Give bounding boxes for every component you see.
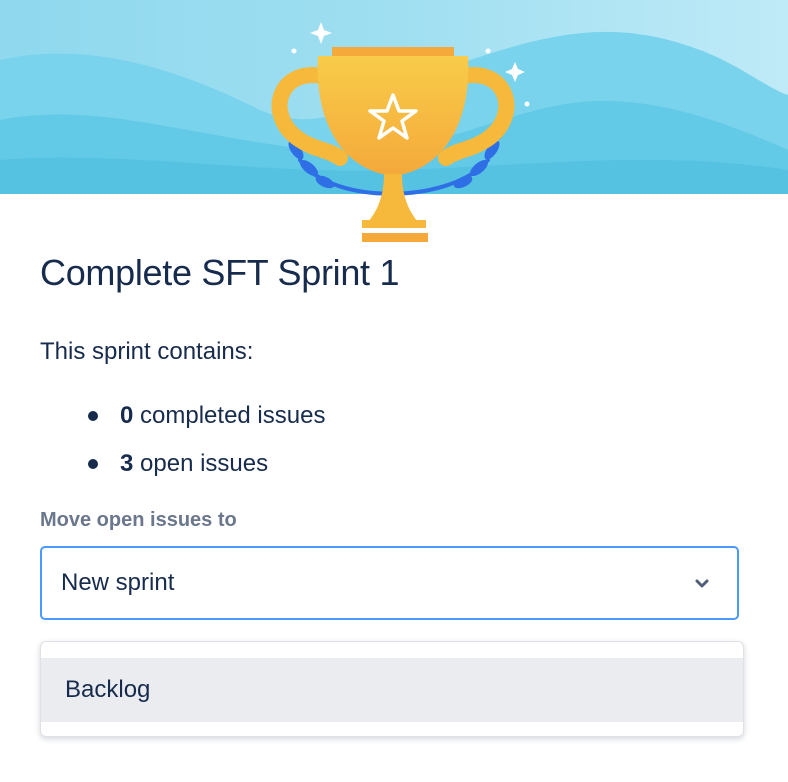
trophy-hero-banner (0, 0, 788, 245)
chevron-down-icon[interactable] (693, 575, 711, 593)
select-value: New sprint (61, 569, 175, 596)
open-issues-label: open issues (133, 450, 269, 477)
move-issues-label: Move open issues to (40, 509, 237, 531)
sprint-contains-text: This sprint contains: (40, 338, 254, 365)
bullet-icon (88, 411, 98, 421)
option-backlog[interactable]: Backlog (41, 658, 743, 722)
complete-sprint-dialog: Complete SFT Sprint 1 This sprint contai… (0, 0, 788, 782)
completed-issues-label: completed issues (133, 402, 326, 429)
open-issues-count: 3 (120, 450, 134, 477)
move-issues-select[interactable]: New sprint (40, 546, 739, 620)
completed-issues-count: 0 (120, 402, 134, 429)
dialog-title: Complete SFT Sprint 1 (40, 252, 400, 293)
bullet-icon (88, 459, 98, 469)
issue-summary-list: 0 completed issues 3 open issues (40, 396, 325, 492)
open-issues-item: 3 open issues (40, 444, 325, 492)
trophy-icon (271, 47, 515, 242)
option-backlog-label: Backlog (65, 676, 151, 703)
select-dropdown-menu: Backlog (40, 641, 744, 737)
completed-issues-item: 0 completed issues (40, 396, 325, 444)
